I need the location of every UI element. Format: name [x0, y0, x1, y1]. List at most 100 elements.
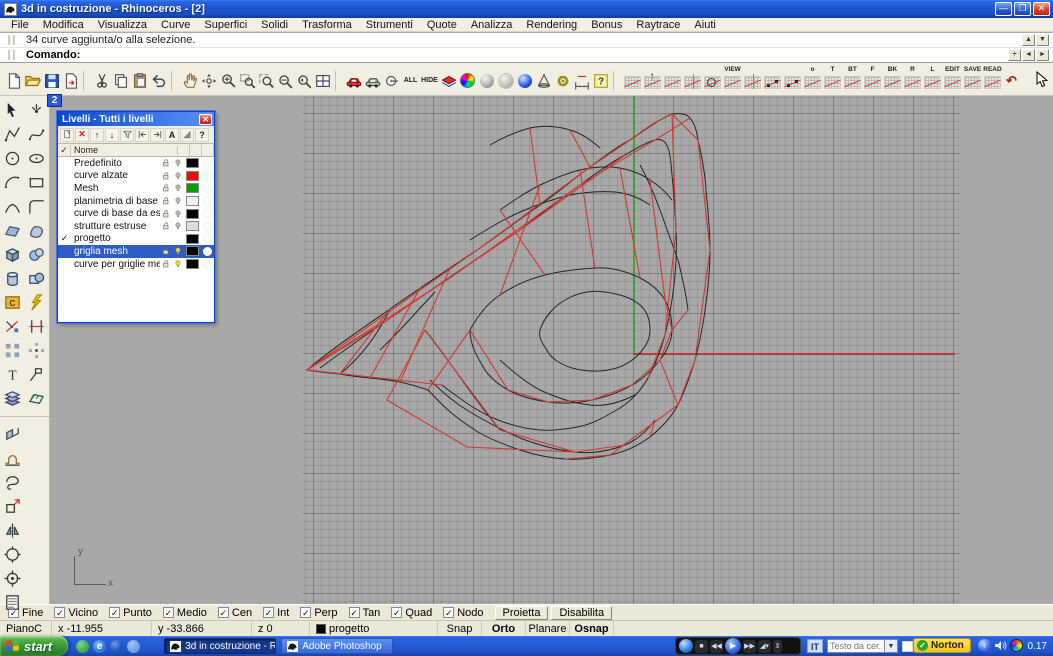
mesh-tool-9-icon[interactable]	[782, 66, 802, 91]
help-icon[interactable]: ?	[591, 70, 610, 91]
toggle-osnap[interactable]: Osnap	[570, 621, 614, 636]
zoom-extents-icon[interactable]	[275, 70, 294, 91]
new-layer-icon[interactable]	[60, 128, 74, 142]
task-button[interactable]: Adobe Photoshop	[281, 638, 393, 654]
contour-curve[interactable]	[540, 291, 650, 371]
mesh-tool-8-icon[interactable]	[762, 66, 782, 91]
delete-layer-icon[interactable]: ✕	[75, 128, 89, 142]
toggle-orto[interactable]: Orto	[482, 621, 526, 636]
command-prompt[interactable]: Comando: ÷ ◄ ►	[0, 47, 1053, 63]
dimension-icon[interactable]	[572, 70, 591, 91]
menu-solidi[interactable]: Solidi	[254, 19, 295, 31]
arc-tool[interactable]	[1, 171, 24, 194]
point-tool[interactable]	[25, 99, 48, 122]
layer-name[interactable]: strutture estruse	[71, 221, 160, 232]
layers-name-column-header[interactable]: Nome	[71, 145, 178, 155]
osnap-vicino[interactable]: ✓Vicino	[54, 607, 98, 619]
layer-bulb-icon[interactable]	[172, 209, 184, 219]
box-solid-tool[interactable]	[1, 243, 24, 266]
rectangle-tool[interactable]	[25, 171, 48, 194]
move-left-icon[interactable]	[135, 128, 149, 142]
mesh-edge-curve[interactable]	[425, 330, 575, 452]
layer-bulb-icon[interactable]	[172, 259, 184, 269]
layer-current-check[interactable]: ✓	[58, 233, 71, 244]
tray-volume-icon[interactable]	[994, 639, 1007, 652]
move-right-icon[interactable]	[150, 128, 164, 142]
layer-bulb-icon[interactable]	[172, 246, 184, 256]
osnap-punto[interactable]: ✓Punto	[109, 607, 152, 619]
layer-row[interactable]: curve per griglie mesh	[58, 258, 214, 271]
layer-name[interactable]: progetto	[71, 233, 160, 244]
split-tool[interactable]	[25, 315, 48, 338]
copy-icon[interactable]	[111, 70, 130, 91]
layers-help-icon[interactable]: ?	[195, 128, 209, 142]
menu-curve[interactable]: Curve	[154, 19, 197, 31]
surface-offset-tool[interactable]	[25, 387, 48, 410]
layer-color-cell[interactable]	[184, 171, 200, 181]
mesh-tool-2-icon[interactable]	[642, 66, 662, 91]
layer-bulb-icon[interactable]	[172, 183, 184, 193]
boolean-solids-tool[interactable]	[25, 267, 48, 290]
menu-file[interactable]: File	[4, 19, 36, 31]
layer-material-cell[interactable]	[200, 260, 214, 269]
polyline-tool[interactable]	[1, 123, 24, 146]
menu-raytrace[interactable]: Raytrace	[629, 19, 687, 31]
osnap-quad[interactable]: ✓Quad	[391, 607, 432, 619]
zoom-dynamic-icon[interactable]	[218, 70, 237, 91]
layer-name[interactable]: curve alzate	[71, 170, 160, 181]
transform-tools-tool[interactable]	[1, 495, 24, 518]
media-volume-button[interactable]: ◢▾	[758, 640, 771, 653]
media-stop-button[interactable]: ■	[695, 640, 708, 653]
rotate-view-icon[interactable]	[199, 70, 218, 91]
osnap-checkbox[interactable]: ✓	[218, 607, 229, 618]
layers-panel-close-icon[interactable]: ✕	[199, 114, 212, 125]
media-previous-button[interactable]: ◀◀	[710, 640, 723, 653]
set-view-icon[interactable]	[382, 70, 401, 91]
messenger-icon[interactable]	[76, 640, 89, 653]
mesh-tool-19-icon[interactable]: READ	[982, 66, 1002, 91]
orient-compass-tool[interactable]	[1, 543, 24, 566]
command-grip[interactable]	[8, 35, 15, 45]
menu-rendering[interactable]: Rendering	[519, 19, 584, 31]
mesh-tool-13-icon[interactable]: F	[862, 66, 882, 91]
disabilita-button[interactable]: Disabilita	[551, 606, 612, 620]
viewport-number-tab[interactable]: 2	[47, 94, 62, 107]
layer-name[interactable]: curve di base da estru...	[71, 208, 160, 219]
move-layer-down-icon[interactable]: ↓	[105, 128, 119, 142]
zoom-previous-icon[interactable]	[294, 70, 313, 91]
layer-row[interactable]: planimetria di base	[58, 195, 214, 208]
osnap-checkbox[interactable]: ✓	[54, 607, 65, 618]
mesh-tool-1-icon[interactable]	[622, 66, 642, 91]
layer-name[interactable]: Predefinito	[71, 158, 160, 169]
mesh-edge-curve[interactable]	[648, 114, 676, 378]
menu-trasforma[interactable]: Trasforma	[295, 19, 359, 31]
tray-color-orb-icon[interactable]	[1010, 639, 1023, 652]
layer-lock-icon[interactable]	[160, 183, 172, 193]
media-play-button[interactable]: ▶	[725, 638, 741, 654]
mesh-tool-14-icon[interactable]: BK	[882, 66, 902, 91]
render-icon[interactable]	[344, 70, 363, 91]
layer-lock-icon[interactable]	[160, 171, 172, 181]
history-scroll-down-button[interactable]: ▼	[1036, 34, 1049, 46]
layer-row[interactable]: Predefinito	[58, 157, 214, 170]
layer-material-cell[interactable]	[200, 247, 214, 256]
search-input[interactable]	[827, 639, 885, 653]
menu-bonus[interactable]: Bonus	[584, 19, 629, 31]
osnap-perp[interactable]: ✓Perp	[300, 607, 337, 619]
osnap-nodo[interactable]: ✓Nodo	[443, 607, 483, 619]
layer-color-cell[interactable]	[184, 209, 200, 219]
mesh-edge-curve[interactable]	[307, 370, 442, 385]
layer-stack-tool[interactable]	[1, 387, 24, 410]
layer-row[interactable]: strutture estruse	[58, 220, 214, 233]
trim-tool[interactable]	[1, 315, 24, 338]
layers-check-column-header[interactable]: ✓	[58, 145, 71, 156]
layer-bulb-icon[interactable]	[172, 171, 184, 181]
sphere-solid-tool[interactable]	[25, 243, 48, 266]
mesh-tool-16-icon[interactable]: L	[922, 66, 942, 91]
task-button[interactable]: 3d in costruzione - Rh...	[164, 638, 276, 654]
mesh-edge-curve[interactable]	[565, 114, 710, 459]
prompt-scroll-right-button[interactable]: ►	[1036, 49, 1049, 61]
start-button[interactable]: start	[0, 636, 68, 656]
layer-color-cell[interactable]	[184, 234, 200, 244]
layer-lock-icon[interactable]	[160, 221, 172, 231]
